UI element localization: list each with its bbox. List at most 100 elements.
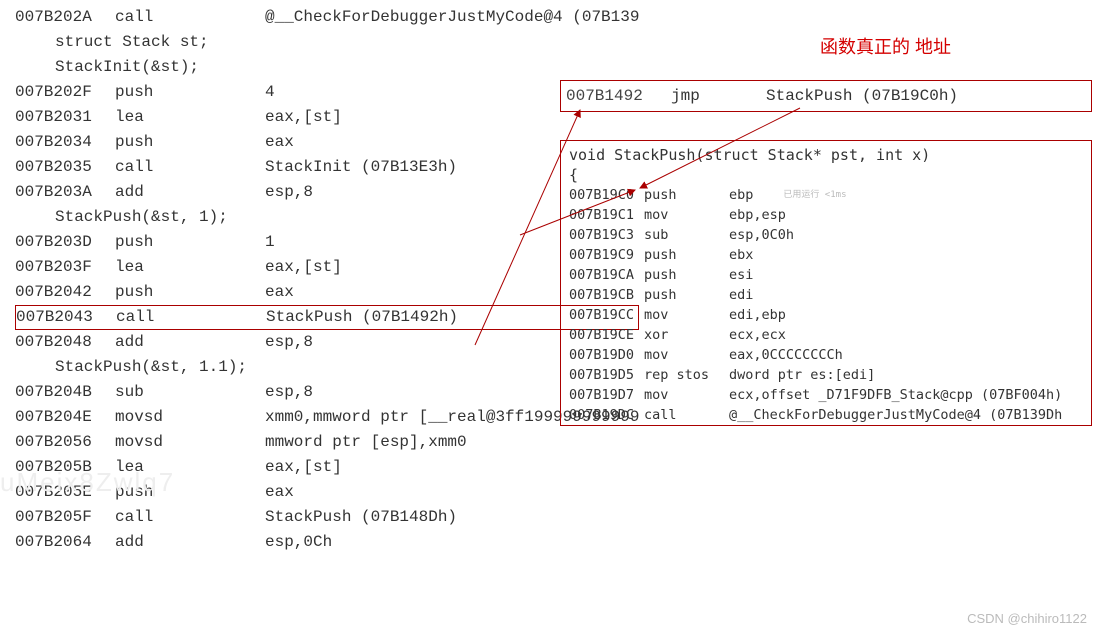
func-mnem: xor — [644, 325, 729, 345]
disasm-addr: 007B2056 — [15, 430, 115, 455]
func-op: @__CheckForDebuggerJustMyCode@4 (07B139D… — [729, 405, 1062, 425]
disasm-op: eax,[st] — [265, 455, 342, 480]
jmp-addr: 007B1492 — [561, 84, 671, 109]
disasm-op: mmword ptr [esp],xmm0 — [265, 430, 467, 455]
disasm-row[interactable]: 007B202Fpush4 — [15, 80, 639, 105]
disasm-addr: 007B2034 — [15, 130, 115, 155]
disasm-addr: 007B204E — [15, 405, 115, 430]
disasm-addr: 007B203F — [15, 255, 115, 280]
disasm-op: eax,[st] — [265, 105, 342, 130]
func-addr: 007B19DC — [561, 405, 644, 425]
disasm-addr: 007B2031 — [15, 105, 115, 130]
disasm-op: eax — [265, 280, 294, 305]
source-text: StackInit(&st); — [15, 55, 199, 80]
disasm-op: StackInit (07B13E3h) — [265, 155, 457, 180]
disasm-addr: 007B205F — [15, 505, 115, 530]
func-row[interactable]: 007B19C9pushebx — [561, 245, 1091, 265]
disasm-op: StackPush (07B1492h) — [266, 305, 458, 330]
disasm-row[interactable]: 007B2034pusheax — [15, 130, 639, 155]
disasm-row[interactable]: 007B205Bleaeax,[st] — [15, 455, 639, 480]
disasm-row[interactable]: 007B2056movsdmmword ptr [esp],xmm0 — [15, 430, 639, 455]
annotation-real-address: 函数真正的 地址 — [820, 35, 951, 60]
disasm-op: @__CheckForDebuggerJustMyCode@4 (07B139 — [265, 5, 639, 30]
disassembly-left[interactable]: 007B202Acall@__CheckForDebuggerJustMyCod… — [15, 5, 639, 555]
disasm-mnem: push — [115, 230, 265, 255]
func-row[interactable]: 007B19D7movecx,offset _D71F9DFB_Stack@cp… — [561, 385, 1091, 405]
func-mnem: push — [644, 285, 729, 305]
disasm-mnem: push — [115, 480, 265, 505]
func-mnem: mov — [644, 305, 729, 325]
disasm-row[interactable]: 007B205Epusheax — [15, 480, 639, 505]
disasm-row[interactable]: 007B202Acall@__CheckForDebuggerJustMyCod… — [15, 5, 639, 30]
disasm-mnem: add — [115, 180, 265, 205]
source-line[interactable]: StackPush(&st, 1.1); — [15, 355, 639, 380]
func-addr: 007B19C0 — [561, 185, 644, 205]
func-mnem: mov — [644, 385, 729, 405]
func-op: ecx,offset _D71F9DFB_Stack@cpp (07BF004h… — [729, 385, 1062, 405]
func-row[interactable]: 007B19CExorecx,ecx — [561, 325, 1091, 345]
func-row[interactable]: 007B19C3subesp,0C0h — [561, 225, 1091, 245]
disasm-mnem: call — [115, 505, 265, 530]
func-addr: 007B19D5 — [561, 365, 644, 385]
func-op: esi — [729, 265, 753, 285]
func-addr: 007B19D0 — [561, 345, 644, 365]
jmp-box[interactable]: 007B1492 jmp StackPush (07B19C0h) — [560, 80, 1092, 112]
disasm-mnem: push — [115, 80, 265, 105]
function-body-box[interactable]: void StackPush(struct Stack* pst, int x)… — [560, 140, 1092, 426]
disasm-op: esp,8 — [265, 330, 313, 355]
disasm-row[interactable]: 007B203Dpush1 — [15, 230, 639, 255]
disasm-row[interactable]: 007B2064addesp,0Ch — [15, 530, 639, 555]
disasm-addr: 007B2064 — [15, 530, 115, 555]
disasm-addr: 007B205B — [15, 455, 115, 480]
disasm-mnem: push — [115, 280, 265, 305]
jmp-mnem: jmp — [671, 84, 766, 109]
func-op: edi — [729, 285, 753, 305]
func-mnem: push — [644, 245, 729, 265]
disasm-row[interactable]: 007B2031leaeax,[st] — [15, 105, 639, 130]
disasm-addr: 007B204B — [15, 380, 115, 405]
perf-hint: 已用运行 <1ms — [753, 185, 846, 205]
func-addr: 007B19CC — [561, 305, 644, 325]
func-row[interactable]: 007B19CBpushedi — [561, 285, 1091, 305]
func-mnem: push — [644, 265, 729, 285]
source-text: StackPush(&st, 1); — [15, 205, 228, 230]
disasm-mnem: lea — [115, 255, 265, 280]
disasm-op: 1 — [265, 230, 275, 255]
disasm-op: eax,[st] — [265, 255, 342, 280]
func-addr: 007B19C3 — [561, 225, 644, 245]
disasm-row[interactable]: 007B2048addesp,8 — [15, 330, 639, 355]
disasm-row[interactable]: 007B205FcallStackPush (07B148Dh) — [15, 505, 639, 530]
disasm-addr: 007B2048 — [15, 330, 115, 355]
func-brace: { — [561, 165, 1091, 185]
source-line[interactable]: struct Stack st; — [15, 30, 639, 55]
disasm-row[interactable]: 007B203Aaddesp,8 — [15, 180, 639, 205]
func-mnem: call — [644, 405, 729, 425]
disasm-row[interactable]: 007B2035callStackInit (07B13E3h) — [15, 155, 639, 180]
func-op: eax,0CCCCCCCCh — [729, 345, 843, 365]
disasm-mnem: movsd — [115, 430, 265, 455]
source-line[interactable]: StackPush(&st, 1); — [15, 205, 639, 230]
func-op: ecx,ecx — [729, 325, 786, 345]
disasm-mnem: sub — [115, 380, 265, 405]
disasm-addr: 007B205E — [15, 480, 115, 505]
disasm-row[interactable]: 007B203Fleaeax,[st] — [15, 255, 639, 280]
func-row[interactable]: 007B19CCmovedi,ebp — [561, 305, 1091, 325]
disasm-row[interactable]: 007B204Bsubesp,8 — [15, 380, 639, 405]
disasm-mnem: add — [115, 530, 265, 555]
disasm-row[interactable]: 007B2042pusheax — [15, 280, 639, 305]
func-row[interactable]: 007B19C0pushebp已用运行 <1ms — [561, 185, 1091, 205]
func-row[interactable]: 007B19CApushesi — [561, 265, 1091, 285]
source-line[interactable]: StackInit(&st); — [15, 55, 639, 80]
func-row[interactable]: 007B19DCcall@__CheckForDebuggerJustMyCod… — [561, 405, 1091, 425]
disasm-mnem: lea — [115, 455, 265, 480]
disasm-mnem: push — [115, 130, 265, 155]
disasm-mnem: call — [115, 155, 265, 180]
func-mnem: rep stos — [644, 365, 729, 385]
func-row[interactable]: 007B19D0moveax,0CCCCCCCCh — [561, 345, 1091, 365]
func-row[interactable]: 007B19D5rep stosdword ptr es:[edi] — [561, 365, 1091, 385]
disasm-row[interactable]: 007B204Emovsdxmm0,mmword ptr [__real@3ff… — [15, 405, 639, 430]
func-addr: 007B19C9 — [561, 245, 644, 265]
func-signature: void StackPush(struct Stack* pst, int x) — [561, 141, 1091, 165]
func-row[interactable]: 007B19C1movebp,esp — [561, 205, 1091, 225]
disasm-row[interactable]: 007B2043callStackPush (07B1492h) — [15, 305, 639, 330]
